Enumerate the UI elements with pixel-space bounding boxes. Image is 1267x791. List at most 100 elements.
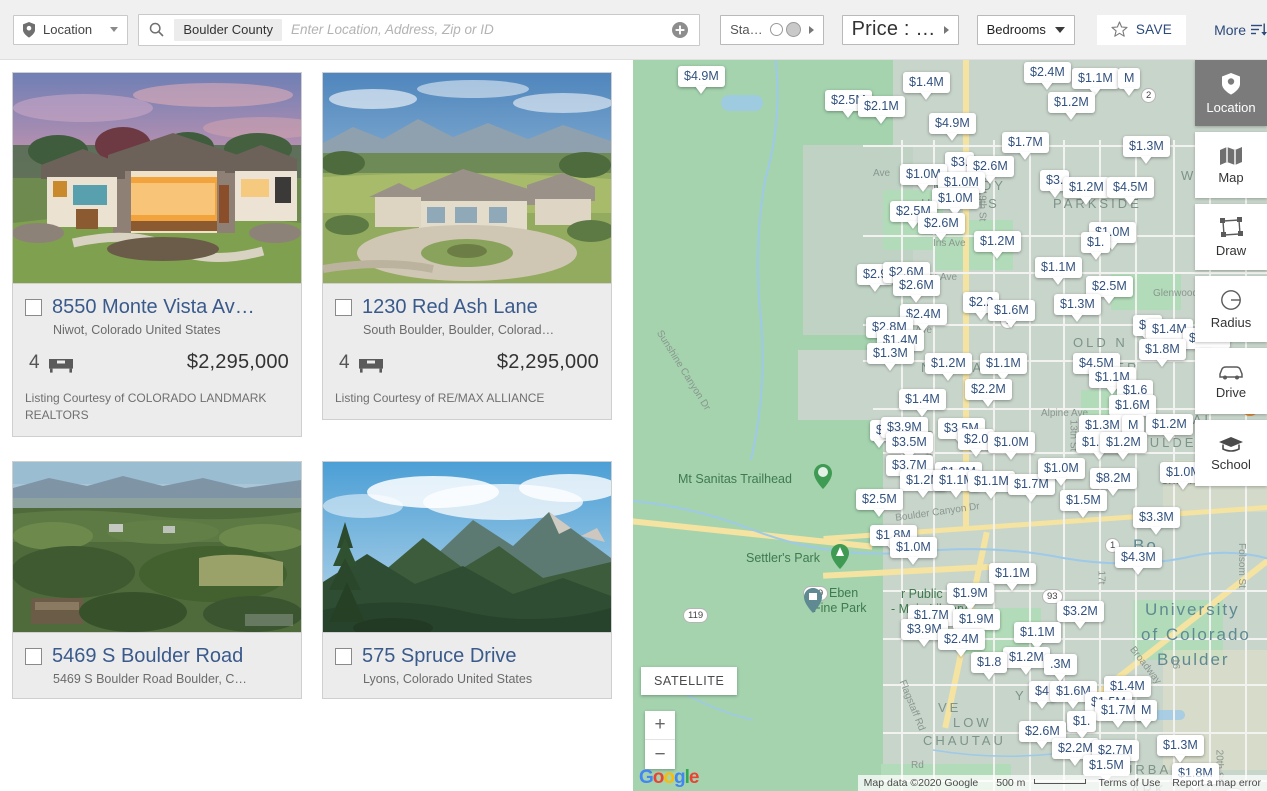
price-marker[interactable]: $1.2M	[1003, 647, 1050, 668]
listing-card[interactable]: 8550 Monte Vista Av… Niwot, Colorado Uni…	[12, 72, 302, 437]
price-marker[interactable]: $1.6M	[988, 300, 1035, 321]
search-input[interactable]	[290, 22, 672, 37]
listing-card[interactable]: 575 Spruce Drive Lyons, Colorado United …	[322, 461, 612, 699]
price-marker[interactable]: $1.6M	[1109, 395, 1156, 416]
listing-checkbox[interactable]	[25, 648, 42, 665]
terms-of-use-link[interactable]: Terms of Use	[1092, 777, 1166, 789]
price-marker[interactable]: $2.6M	[893, 275, 940, 296]
report-map-error-link[interactable]: Report a map error	[1166, 777, 1267, 789]
price-marker[interactable]: $4.3M	[1115, 547, 1162, 568]
map-city-label: University	[1145, 600, 1240, 619]
listing-stats: 4 $2,295,000	[25, 351, 289, 374]
price-marker[interactable]: $1.9M	[953, 609, 1000, 630]
price-marker[interactable]: $3.5M	[886, 432, 933, 453]
zoom-out-button[interactable]: −	[645, 740, 675, 769]
save-search-button[interactable]: SAVE	[1096, 14, 1187, 45]
price-marker[interactable]: $1.0M	[932, 188, 979, 209]
listing-address[interactable]: 1230 Red Ash Lane	[362, 294, 538, 320]
listing-address[interactable]: 8550 Monte Vista Av…	[52, 294, 255, 320]
location-type-select[interactable]: Location	[13, 14, 129, 45]
listing-checkbox[interactable]	[335, 648, 352, 665]
price-marker[interactable]: $1.0M	[1038, 458, 1085, 479]
map-tool-location[interactable]: Location	[1195, 60, 1267, 126]
price-marker[interactable]: $1.1M	[1072, 68, 1119, 89]
map-tool-rail[interactable]: Location Map Draw Radius Drive School	[1195, 60, 1267, 492]
price-marker[interactable]: $1.4M	[903, 72, 950, 93]
listing-address[interactable]: 5469 S Boulder Road	[52, 643, 243, 669]
price-marker[interactable]: $3.2M	[1057, 601, 1104, 622]
price-marker[interactable]: $2.5M	[856, 489, 903, 510]
price-marker[interactable]: $1.4M	[899, 389, 946, 410]
price-marker[interactable]: $1.1M	[980, 353, 1027, 374]
price-marker[interactable]: M	[1135, 700, 1158, 721]
price-marker[interactable]: $4.9M	[678, 66, 725, 87]
listing-checkbox[interactable]	[25, 299, 42, 316]
price-marker[interactable]: $1.0M	[890, 537, 937, 558]
price-marker[interactable]: $1.0M	[988, 432, 1035, 453]
price-marker[interactable]: $1.7M	[1002, 132, 1049, 153]
status-toggle-on[interactable]	[785, 22, 801, 37]
price-marker[interactable]: $2.1M	[858, 96, 905, 117]
listing-photo[interactable]	[12, 461, 302, 633]
listing-photo[interactable]	[12, 72, 302, 284]
listing-address[interactable]: 575 Spruce Drive	[362, 643, 517, 669]
more-sort-button[interactable]: More	[1214, 22, 1267, 38]
price-marker[interactable]: $3.3M	[1133, 507, 1180, 528]
price-marker[interactable]: $1.	[1067, 711, 1097, 732]
price-filter[interactable]: Price : …	[841, 14, 959, 45]
price-marker[interactable]: $2.4M	[1024, 62, 1071, 83]
add-location-icon[interactable]	[671, 21, 689, 39]
price-marker[interactable]: $1.2M	[974, 231, 1021, 252]
map-zoom-controls[interactable]: + −	[645, 711, 675, 769]
zoom-in-button[interactable]: +	[645, 711, 675, 740]
price-marker[interactable]: $1.	[1081, 232, 1111, 253]
listings-panel[interactable]: 8550 Monte Vista Av… Niwot, Colorado Uni…	[0, 60, 633, 791]
price-marker[interactable]: $1.1M	[989, 563, 1036, 584]
price-marker[interactable]: $1.3M	[1123, 136, 1170, 157]
price-marker[interactable]: $4.9M	[929, 113, 976, 134]
price-marker[interactable]: $1.2M	[1100, 432, 1147, 453]
map-panel[interactable]: MELODYHEIGHTSPARKSIDEWINEWLANOLD NDERCEN…	[633, 60, 1267, 791]
price-marker[interactable]: $1.2M	[925, 353, 972, 374]
trailhead-pin-icon[interactable]	[814, 464, 832, 490]
map-tool-map[interactable]: Map	[1195, 132, 1267, 198]
price-marker[interactable]: $8.2M	[1090, 468, 1137, 489]
price-marker[interactable]: $1.1M	[1035, 257, 1082, 278]
price-marker[interactable]: $1.2M	[1048, 92, 1095, 113]
price-marker[interactable]: $1.8	[971, 652, 1008, 673]
search-filter-chip[interactable]: Boulder County	[174, 18, 282, 41]
price-marker[interactable]: $2.6M	[918, 213, 965, 234]
status-toggle-off[interactable]	[769, 23, 783, 36]
graduation-cap-icon	[1219, 436, 1243, 452]
listing-card[interactable]: 1230 Red Ash Lane South Boulder, Boulder…	[322, 72, 612, 437]
map-tool-school[interactable]: School	[1195, 420, 1267, 486]
price-marker[interactable]: $1.3M	[867, 343, 914, 364]
price-marker[interactable]: $1.5M	[1060, 490, 1107, 511]
price-marker[interactable]: $1.3M	[1054, 294, 1101, 315]
status-filter[interactable]: Sta…	[720, 14, 824, 45]
price-marker[interactable]: $1.3M	[1157, 735, 1204, 756]
park-pin-icon[interactable]	[831, 544, 849, 570]
map-tool-radius[interactable]: Radius	[1195, 276, 1267, 342]
library-pin-icon[interactable]	[804, 588, 822, 614]
listing-photo[interactable]	[322, 461, 612, 633]
price-marker[interactable]: $1.2M	[1146, 414, 1193, 435]
price-marker[interactable]: $2.4M	[938, 629, 985, 650]
price-marker[interactable]: $4.5M	[1107, 177, 1154, 198]
search-bar[interactable]: Boulder County	[138, 13, 701, 46]
listing-checkbox[interactable]	[335, 299, 352, 316]
map-tool-drive[interactable]: Drive	[1195, 348, 1267, 414]
price-marker[interactable]: .3M	[1044, 654, 1077, 675]
map-tool-draw[interactable]: Draw	[1195, 204, 1267, 270]
price-marker[interactable]: $1.9M	[947, 583, 994, 604]
satellite-toggle-button[interactable]: SATELLITE	[641, 667, 738, 695]
price-marker[interactable]: $1.5M	[1083, 755, 1130, 776]
price-marker[interactable]: $1.2M	[1063, 177, 1110, 198]
price-marker[interactable]: $2.2M	[965, 379, 1012, 400]
bedrooms-filter[interactable]: Bedrooms	[976, 14, 1075, 45]
price-marker[interactable]: M	[1118, 68, 1141, 89]
price-marker[interactable]: $1.8M	[1139, 339, 1186, 360]
listing-photo[interactable]	[322, 72, 612, 284]
listing-card[interactable]: 5469 S Boulder Road 5469 S Boulder Road …	[12, 461, 302, 699]
price-marker[interactable]: $1.1M	[1014, 622, 1061, 643]
